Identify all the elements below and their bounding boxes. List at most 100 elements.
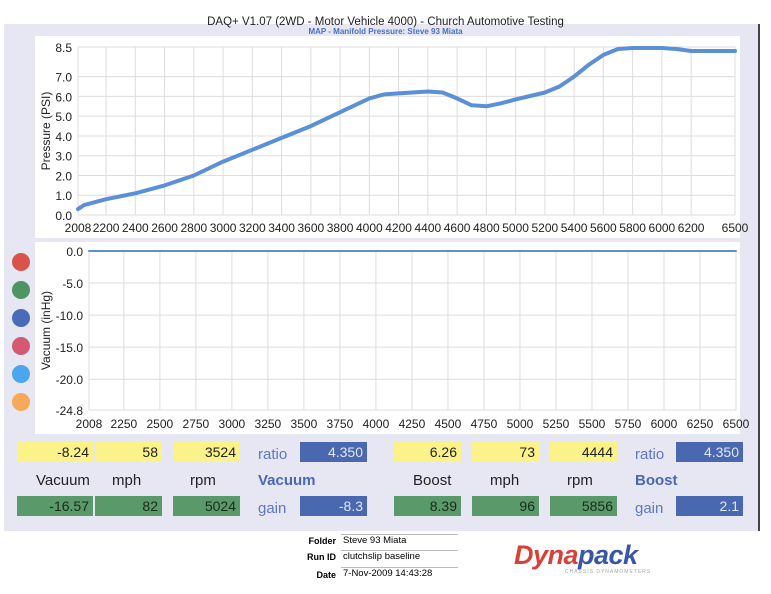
date-label: Date (316, 570, 336, 580)
x-tick-label: 5200 (532, 221, 559, 235)
vacuum-gain-label: gain (258, 500, 287, 517)
data-point (675, 48, 677, 50)
y-tick-label: 4.0 (55, 130, 72, 144)
data-point (690, 50, 692, 52)
logo-part-a: Dyna (514, 540, 579, 570)
dynapack-logo: Dynapack (514, 540, 638, 571)
y-tick-label: -15.0 (56, 341, 84, 355)
date-value: 7-Nov-2009 14:43:28 (341, 567, 458, 579)
data-point (588, 64, 590, 66)
legend-dot[interactable] (12, 337, 30, 355)
charts: 2008 2200 2400 2600 2800 3000 3200 3400 3600 3800… (35, 36, 750, 434)
x-tick-label: 6250 (687, 417, 714, 431)
legend-dot[interactable] (12, 365, 30, 383)
x-tick-label: 4400 (415, 221, 442, 235)
boost-rpm-label: rpm (567, 472, 593, 489)
x-tick-label: 4800 (473, 221, 500, 235)
data-point (602, 54, 604, 56)
x-tick-label: 2250 (111, 417, 138, 431)
x-tick-label: 3000 (219, 417, 246, 431)
vacuum-min-mph: 82 (95, 496, 162, 516)
y-tick-label: 8.5 (55, 41, 72, 55)
boost-label: Boost (413, 472, 452, 489)
x-tick-label: 2800 (180, 221, 207, 235)
plot-area (35, 242, 740, 434)
legend-dot[interactable] (12, 281, 30, 299)
data-point (134, 192, 136, 194)
x-tick-label: 5750 (615, 417, 642, 431)
y-tick-label: 3.0 (55, 150, 72, 164)
runid-value: clutchslip baseline (341, 550, 458, 562)
boost-mph-label: mph (490, 472, 520, 489)
y-tick-label: 0.0 (55, 209, 72, 223)
x-tick-label: 4000 (356, 221, 383, 235)
data-point (558, 86, 560, 88)
y-tick-label: 2.0 (55, 169, 72, 183)
y-tick-label: 7.0 (55, 71, 72, 85)
vacuum-gain: -8.3 (300, 496, 367, 516)
data-point (77, 208, 79, 210)
boost-max: 8.39 (394, 496, 461, 516)
x-tick-label: 6200 (678, 221, 705, 235)
vacuum-min: -16.57 (17, 496, 93, 516)
folder-label: Folder (308, 536, 336, 546)
boost-ratio: 4.350 (676, 442, 743, 462)
x-tick-label: 3800 (327, 221, 354, 235)
y-tick-label: -20.0 (56, 373, 84, 387)
data-point (734, 50, 736, 52)
y-tick-label: 1.0 (55, 189, 72, 203)
x-tick-label: 5600 (590, 221, 617, 235)
x-tick-label: 6500 (723, 417, 750, 431)
data-point (661, 47, 663, 49)
x-tick-label: 4250 (399, 417, 426, 431)
logo-part-b: pack (578, 540, 638, 570)
data-point (281, 137, 283, 139)
x-tick-label: 6000 (649, 221, 676, 235)
y-tick-label: -24.8 (56, 404, 84, 418)
vacuum-section-label: Vacuum (258, 472, 316, 489)
x-tick-label: 5400 (561, 221, 588, 235)
boost-rpm: 4444 (550, 442, 617, 462)
x-tick-label: 3000 (210, 221, 237, 235)
mph-label: mph (112, 472, 142, 489)
x-tick-label: 3400 (268, 221, 295, 235)
data-point (383, 93, 385, 95)
data-point (573, 76, 575, 78)
x-tick-label: 2200 (93, 221, 120, 235)
y-tick-label: 5.0 (55, 110, 72, 124)
data-point (164, 184, 166, 186)
vacuum-ratio-label: ratio (258, 446, 288, 463)
legend-dot[interactable] (12, 393, 30, 411)
data-point (339, 111, 341, 113)
x-tick-label: 6000 (651, 417, 678, 431)
data-point (617, 48, 619, 50)
x-tick-label: 5000 (507, 417, 534, 431)
x-tick-label: 4200 (385, 221, 412, 235)
boost-max-rpm: 5856 (550, 496, 617, 516)
boost-value: 6.26 (394, 442, 461, 462)
x-tick-label: 2008 (65, 221, 92, 235)
data-point (735, 250, 737, 252)
y-axis-label: Vacuum (inHg) (39, 291, 53, 370)
boost-ratio-label: ratio (635, 446, 665, 463)
vacuum-value: -8.24 (17, 442, 93, 462)
boost-section-label: Boost (635, 472, 678, 489)
data-point (471, 104, 473, 106)
x-tick-label: 4500 (435, 417, 462, 431)
logo-tagline: CHASSIS DYNAMOMETERS (565, 569, 652, 575)
legend-dot[interactable] (12, 253, 30, 271)
x-tick-label: 5000 (502, 221, 529, 235)
x-tick-label: 2750 (183, 417, 210, 431)
boost-gain: 2.1 (676, 496, 743, 516)
legend-dot[interactable] (12, 309, 30, 327)
x-tick-label: 3600 (297, 221, 324, 235)
data-point (368, 97, 370, 99)
boost-mph: 73 (472, 442, 539, 462)
runid-label: Run ID (307, 552, 336, 562)
data-point (500, 102, 502, 104)
folder-value: Steve 93 Miata (341, 534, 458, 546)
vacuum-mph: 58 (95, 442, 162, 462)
data-point (83, 204, 85, 206)
x-tick-label: 3200 (239, 221, 266, 235)
x-tick-label: 5800 (619, 221, 646, 235)
